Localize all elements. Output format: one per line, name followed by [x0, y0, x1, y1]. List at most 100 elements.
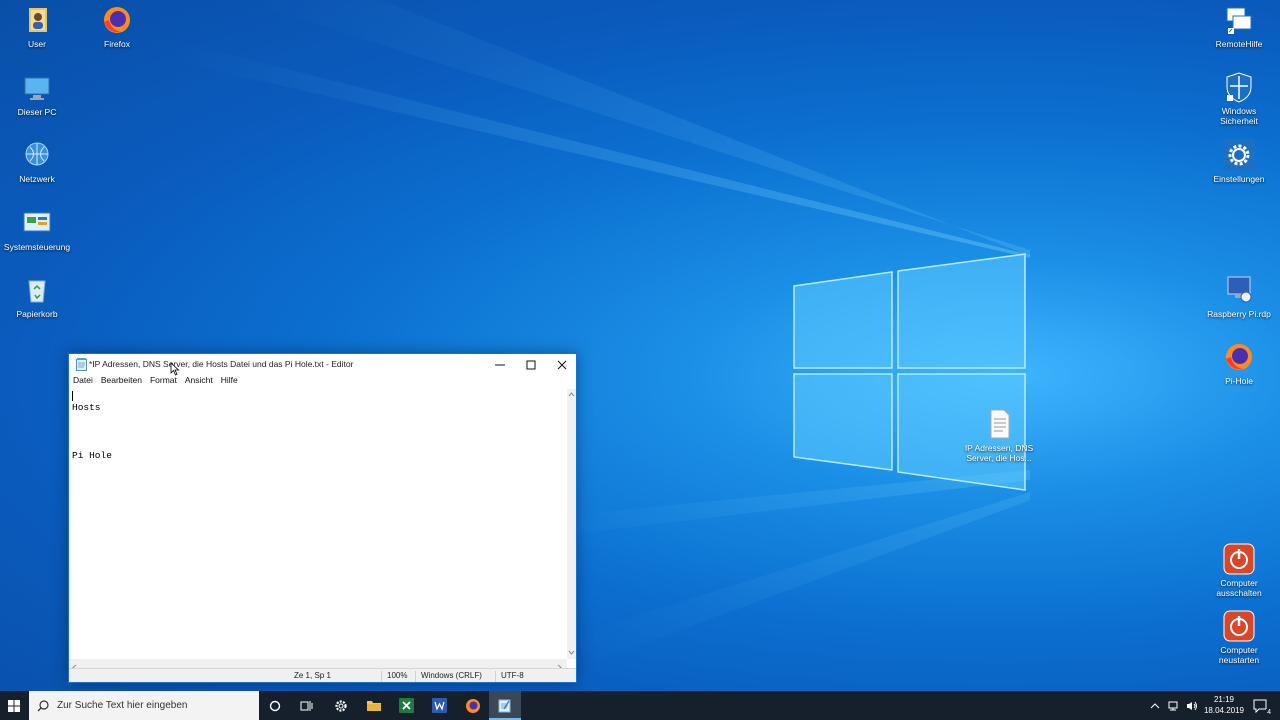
taskbar-excel[interactable]	[390, 691, 423, 720]
desktop-icon-label: RemoteHilfe	[1215, 39, 1263, 49]
notepad-icon	[498, 699, 511, 713]
remote-help-icon	[1223, 4, 1255, 36]
volume-icon[interactable]	[1186, 701, 1198, 711]
desktop-icon-label: Papierkorb	[16, 309, 58, 319]
text-line	[72, 426, 567, 438]
menu-help[interactable]: Hilfe	[221, 375, 243, 388]
desktop-icon-label: User	[28, 39, 46, 49]
desktop-icon-label: Computer neustarten	[1218, 645, 1260, 665]
desktop-icon-firefox[interactable]: Firefox	[80, 4, 154, 49]
desktop-icon-label: IP Adressen, DNS Server, die Hos...	[964, 443, 1034, 463]
text-file-icon	[983, 408, 1015, 440]
desktop-icon-label: Firefox	[104, 39, 130, 49]
desktop-icon-label: Pi-Hole	[1225, 376, 1253, 386]
text-line	[72, 414, 567, 426]
status-encoding: UTF-8	[495, 671, 524, 682]
menu-file[interactable]: Datei	[73, 375, 98, 388]
vertical-scrollbar[interactable]	[567, 389, 576, 659]
desktop-icon-settings[interactable]: Einstellungen	[1202, 139, 1276, 184]
desktop-icon-restart[interactable]: Computer neustarten	[1202, 610, 1276, 665]
desktop-icon-recycle-bin[interactable]: Papierkorb	[0, 274, 74, 319]
windows-start-icon	[7, 699, 20, 712]
desktop-icon-control-panel[interactable]: Systemsteuerung	[0, 207, 74, 252]
start-button[interactable]	[0, 691, 27, 720]
taskbar-firefox[interactable]	[456, 691, 489, 720]
close-button[interactable]	[546, 354, 577, 375]
desktop-icon-pi-hole[interactable]: Pi-Hole	[1202, 341, 1276, 386]
firefox-icon	[101, 4, 133, 36]
desktop-icon-remote-help[interactable]: RemoteHilfe	[1202, 4, 1276, 49]
menu-bar: Datei Bearbeiten Format Ansicht Hilfe	[69, 375, 576, 388]
desktop-icon-label: Raspberry Pi.rdp	[1207, 309, 1271, 319]
clock-date: 18.04.2019	[1203, 706, 1244, 715]
title-bar[interactable]: *IP Adressen, DNS Server, die Hosts Date…	[69, 354, 576, 375]
status-position: Ze 1, Sp 1	[294, 671, 331, 680]
recycle-bin-icon	[21, 274, 53, 306]
taskbar-notepad[interactable]	[489, 691, 521, 720]
search-icon	[29, 699, 57, 712]
desktop-icon-network[interactable]: Netzwerk	[0, 139, 74, 184]
desktop-icon-label: Computer ausschalten	[1216, 578, 1262, 598]
desktop-icon-label: Netzwerk	[19, 174, 55, 184]
desktop-icon-shutdown[interactable]: Computer ausschalten	[1202, 543, 1276, 598]
word-icon	[432, 698, 447, 713]
firefox-icon	[465, 698, 480, 713]
horizontal-scrollbar[interactable]	[69, 659, 567, 671]
desktop-icon-windows-security[interactable]: Windows Sicherheit	[1202, 71, 1276, 126]
text-editor[interactable]: Hosts Pi Hole	[69, 389, 567, 659]
action-center-button[interactable]: 4	[1246, 691, 1276, 720]
close-icon	[557, 360, 566, 369]
desktop-icon-label: Dieser PC	[17, 107, 57, 117]
gear-icon	[1223, 139, 1255, 171]
folder-user-icon	[21, 4, 53, 36]
maximize-button[interactable]	[515, 354, 546, 375]
notepad-window[interactable]: *IP Adressen, DNS Server, die Hosts Date…	[68, 353, 577, 683]
cortana-button[interactable]	[260, 691, 290, 720]
taskbar-search[interactable]: Zur Suche Text hier eingeben	[29, 691, 259, 720]
network-tray-icon[interactable]	[1168, 701, 1180, 711]
desktop-icon-user[interactable]: User	[0, 4, 74, 49]
status-line-ending: Windows (CRLF)	[415, 671, 482, 682]
window-title: *IP Adressen, DNS Server, die Hosts Date…	[89, 359, 354, 369]
taskbar: Zur Suche Text hier eingeben 21:19 18.04…	[0, 691, 1280, 720]
notification-badge: 4	[1266, 709, 1272, 716]
network-icon	[21, 139, 53, 171]
status-zoom: 100%	[381, 671, 407, 682]
control-panel-icon	[21, 207, 53, 239]
desktop-icon-label: Systemsteuerung	[3, 242, 71, 252]
task-view-icon	[300, 700, 313, 711]
taskbar-file-explorer[interactable]	[357, 691, 390, 720]
rdp-icon	[1223, 274, 1255, 306]
chevron-up-icon[interactable]	[1150, 702, 1160, 710]
settings-icon	[334, 699, 347, 712]
taskbar-settings[interactable]	[324, 691, 357, 720]
clock[interactable]: 21:19 18.04.2019	[1204, 694, 1244, 716]
power-icon	[1223, 610, 1255, 642]
minimize-button[interactable]	[484, 354, 515, 375]
menu-view[interactable]: Ansicht	[185, 375, 218, 388]
this-pc-icon	[21, 72, 53, 104]
status-bar: Ze 1, Sp 1 100% Windows (CRLF) UTF-8	[69, 668, 576, 682]
clock-time: 21:19	[1213, 695, 1234, 704]
power-icon	[1223, 543, 1255, 575]
desktop-icon-raspberry-rdp[interactable]: Raspberry Pi.rdp	[1202, 274, 1276, 319]
desktop-icon-this-pc[interactable]: Dieser PC	[0, 72, 74, 117]
text-line: Hosts	[72, 402, 101, 413]
task-view-button[interactable]	[291, 691, 323, 720]
cortana-icon	[269, 700, 281, 711]
menu-format[interactable]: Format	[150, 375, 182, 388]
desktop-icon-text-file[interactable]: IP Adressen, DNS Server, die Hos...	[961, 408, 1037, 463]
text-line: Pi Hole	[72, 450, 112, 461]
menu-edit[interactable]: Bearbeiten	[101, 375, 147, 388]
minimize-icon	[494, 364, 505, 365]
text-caret	[72, 391, 73, 401]
mouse-cursor-icon	[170, 362, 180, 376]
scroll-arrows-icon	[568, 392, 575, 655]
file-explorer-icon	[366, 701, 381, 711]
excel-icon	[399, 698, 414, 713]
search-placeholder: Zur Suche Text hier eingeben	[57, 700, 188, 711]
taskbar-word[interactable]	[423, 691, 456, 720]
notepad-icon	[76, 358, 87, 371]
firefox-icon	[1223, 341, 1255, 373]
desktop-icon-label: Einstellungen	[1213, 174, 1265, 184]
